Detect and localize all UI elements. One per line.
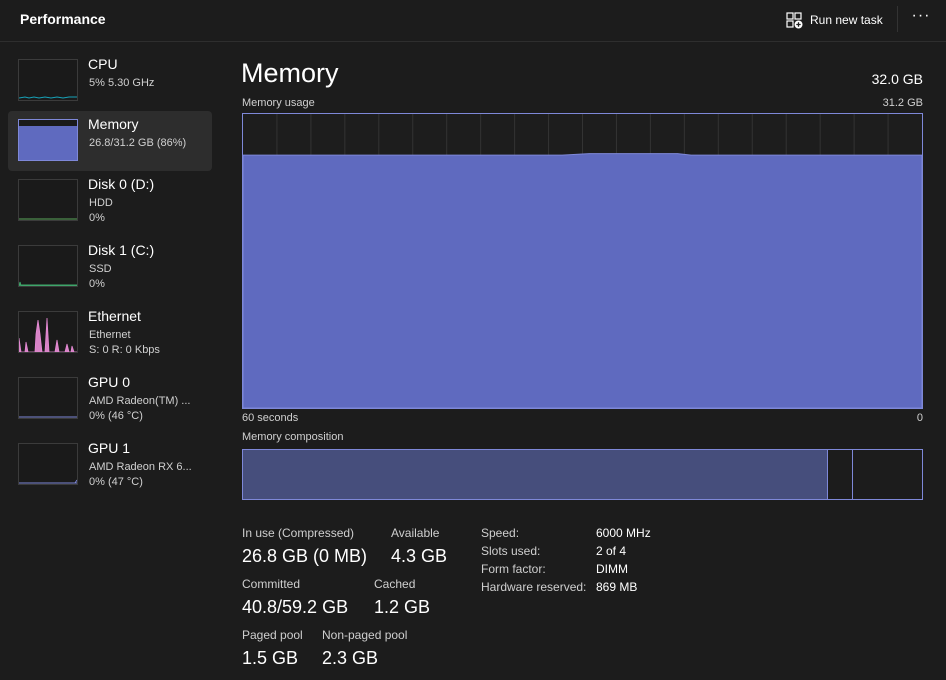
sidebar-item-detail: 5% 5.30 GHz <box>89 77 155 89</box>
sidebar-item-gpu-1[interactable]: GPU 1 AMD Radeon RX 6... 0% (47 °C) <box>8 435 212 495</box>
sidebar-item-memory[interactable]: Memory 26.8/31.2 GB (86%) <box>8 111 212 171</box>
more-options-icon[interactable]: ··· <box>910 8 932 29</box>
memory-usage-graph <box>242 113 923 409</box>
composition-modified-segment[interactable] <box>828 450 853 499</box>
sidebar-item-disk-1[interactable]: Disk 1 (C:) SSD 0% <box>8 237 212 297</box>
paged-pool-label: Paged pool <box>242 628 303 642</box>
sidebar-item-label: GPU 1 <box>88 440 131 456</box>
memory-composition-label: Memory composition <box>242 431 344 443</box>
slots-used-value: 2 of 4 <box>596 544 627 558</box>
ethernet-mini-graph <box>18 311 78 353</box>
sidebar-item-detail: AMD Radeon(TM) ... <box>89 395 191 407</box>
gpu-1-mini-graph <box>18 443 78 485</box>
title-bar: Performance Run new task ··· <box>0 0 946 42</box>
form-factor-label: Form factor: <box>481 562 546 576</box>
sidebar-item-ethernet[interactable]: Ethernet Ethernet S: 0 R: 0 Kbps <box>8 303 212 363</box>
run-task-icon <box>786 11 803 28</box>
gpu-0-mini-graph <box>18 377 78 419</box>
sidebar-item-usage: 0% <box>89 278 105 290</box>
sidebar-item-label: Memory <box>88 116 139 132</box>
memory-usage-area <box>243 153 922 408</box>
in-use-value: 26.8 GB (0 MB) <box>242 546 368 566</box>
graph-time-end: 0 <box>916 412 923 424</box>
non-paged-pool-value: 2.3 GB <box>322 648 379 668</box>
sidebar-item-label: Disk 0 (D:) <box>88 176 155 192</box>
sidebar-item-usage: 0% <box>89 212 105 224</box>
committed-value: 40.8/59.2 GB <box>242 597 349 617</box>
cpu-mini-graph <box>18 59 78 101</box>
memory-composition-bar <box>242 449 923 500</box>
hardware-reserved-label: Hardware reserved: <box>481 580 587 594</box>
in-use-label: In use (Compressed) <box>242 526 355 540</box>
sidebar-item-detail: HDD <box>89 197 113 209</box>
available-value: 4.3 GB <box>391 546 448 566</box>
sidebar-item-label: Disk 1 (C:) <box>88 242 155 258</box>
sidebar-item-detail: AMD Radeon RX 6... <box>89 461 192 473</box>
toolbar-divider <box>897 6 898 32</box>
cached-value: 1.2 GB <box>374 597 431 617</box>
sidebar-item-usage: 0% (47 °C) <box>89 476 143 488</box>
speed-label: Speed: <box>481 526 520 540</box>
committed-label: Committed <box>242 577 301 591</box>
run-new-task-label: Run new task <box>810 13 883 27</box>
slots-used-label: Slots used: <box>481 544 541 558</box>
memory-usage-svg <box>243 114 922 408</box>
sidebar-item-cpu[interactable]: CPU 5% 5.30 GHz <box>8 51 212 111</box>
sidebar-item-detail: SSD <box>89 263 112 275</box>
total-memory: 32.0 GB <box>871 71 923 87</box>
available-label: Available <box>391 526 440 540</box>
sidebar-item-label: CPU <box>88 56 118 72</box>
page-title: Memory <box>241 58 339 88</box>
form-factor-value: DIMM <box>596 562 628 576</box>
disk-0-mini-graph <box>18 179 78 221</box>
memory-usage-max: 31.2 GB <box>882 97 923 109</box>
paged-pool-value: 1.5 GB <box>242 648 299 668</box>
sidebar-item-label: Ethernet <box>88 308 141 324</box>
sidebar-item-usage: 0% (46 °C) <box>89 410 143 422</box>
page-header-title: Performance <box>20 11 106 27</box>
memory-usage-label: Memory usage <box>242 97 315 109</box>
sidebar-item-gpu-0[interactable]: GPU 0 AMD Radeon(TM) ... 0% (46 °C) <box>8 369 212 429</box>
sidebar-item-usage: S: 0 R: 0 Kbps <box>89 344 160 356</box>
non-paged-pool-label: Non-paged pool <box>322 628 408 642</box>
sidebar-item-detail: 26.8/31.2 GB (86%) <box>89 137 187 149</box>
cached-label: Cached <box>374 577 416 591</box>
sidebar-item-detail: Ethernet <box>89 329 131 341</box>
hardware-reserved-value: 869 MB <box>596 580 638 594</box>
disk-1-mini-graph <box>18 245 78 287</box>
run-new-task-button[interactable]: Run new task <box>786 10 883 30</box>
sidebar-item-disk-0[interactable]: Disk 0 (D:) HDD 0% <box>8 171 212 231</box>
composition-in-use-segment[interactable] <box>243 450 828 499</box>
graph-time-start: 60 seconds <box>242 412 299 424</box>
memory-mini-graph <box>18 119 78 161</box>
sidebar-item-label: GPU 0 <box>88 374 131 390</box>
speed-value: 6000 MHz <box>596 526 651 540</box>
